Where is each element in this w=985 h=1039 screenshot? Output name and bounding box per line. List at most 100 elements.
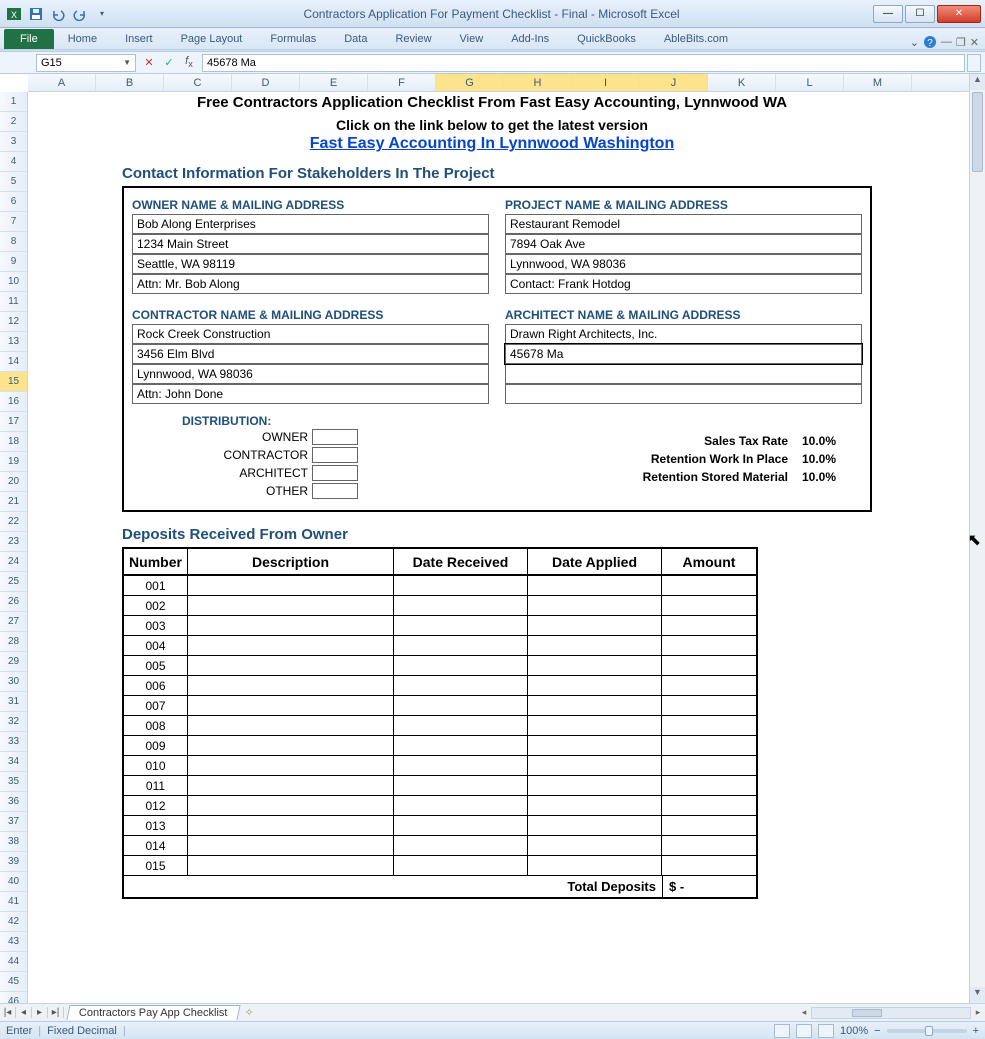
row-header-40[interactable]: 40 bbox=[0, 872, 27, 892]
deposit-cell[interactable] bbox=[188, 575, 394, 595]
row-header-29[interactable]: 29 bbox=[0, 652, 27, 672]
deposit-cell[interactable]: 006 bbox=[124, 675, 188, 695]
deposit-cell[interactable]: 009 bbox=[124, 735, 188, 755]
deposit-cell[interactable] bbox=[528, 575, 662, 595]
deposit-cell[interactable] bbox=[394, 675, 528, 695]
row-header-2[interactable]: 2 bbox=[0, 112, 27, 132]
hscroll-left-icon[interactable]: ◂ bbox=[797, 1007, 811, 1018]
col-header-K[interactable]: K bbox=[708, 74, 776, 91]
maximize-button[interactable]: ☐ bbox=[905, 5, 935, 23]
deposit-cell[interactable] bbox=[662, 595, 756, 615]
col-header-M[interactable]: M bbox=[844, 74, 912, 91]
deposit-cell[interactable] bbox=[394, 795, 528, 815]
formula-expand-icon[interactable] bbox=[967, 54, 981, 72]
deposit-cell[interactable] bbox=[394, 695, 528, 715]
row-header-12[interactable]: 12 bbox=[0, 312, 27, 332]
deposit-row[interactable]: 011 bbox=[124, 775, 756, 795]
deposit-cell[interactable] bbox=[528, 735, 662, 755]
tab-nav-prev-icon[interactable]: ◂ bbox=[16, 1007, 32, 1018]
contractor-line2[interactable]: 3456 Elm Blvd bbox=[132, 344, 489, 364]
row-header-31[interactable]: 31 bbox=[0, 692, 27, 712]
deposit-cell[interactable] bbox=[662, 795, 756, 815]
dist-owner-box[interactable] bbox=[312, 429, 358, 445]
deposit-cell[interactable] bbox=[528, 615, 662, 635]
row-header-24[interactable]: 24 bbox=[0, 552, 27, 572]
redo-icon[interactable] bbox=[70, 4, 90, 24]
project-line4[interactable]: Contact: Frank Hotdog bbox=[505, 274, 862, 294]
project-line2[interactable]: 7894 Oak Ave bbox=[505, 234, 862, 254]
row-header-22[interactable]: 22 bbox=[0, 512, 27, 532]
deposit-row[interactable]: 014 bbox=[124, 835, 756, 855]
deposit-row[interactable]: 002 bbox=[124, 595, 756, 615]
row-header-13[interactable]: 13 bbox=[0, 332, 27, 352]
row-header-39[interactable]: 39 bbox=[0, 852, 27, 872]
deposit-cell[interactable]: 002 bbox=[124, 595, 188, 615]
row-header-34[interactable]: 34 bbox=[0, 752, 27, 772]
page-link[interactable]: Fast Easy Accounting In Lynnwood Washing… bbox=[72, 135, 912, 153]
row-header-25[interactable]: 25 bbox=[0, 572, 27, 592]
enter-formula-icon[interactable]: ✓ bbox=[160, 56, 178, 69]
deposit-cell[interactable] bbox=[188, 695, 394, 715]
fx-icon[interactable]: fx bbox=[180, 55, 198, 69]
deposit-cell[interactable] bbox=[188, 635, 394, 655]
deposit-cell[interactable] bbox=[394, 575, 528, 595]
row-header-45[interactable]: 45 bbox=[0, 972, 27, 992]
deposit-cell[interactable] bbox=[662, 655, 756, 675]
row-header-7[interactable]: 7 bbox=[0, 212, 27, 232]
col-header-E[interactable]: E bbox=[300, 74, 368, 91]
deposit-row[interactable]: 012 bbox=[124, 795, 756, 815]
deposit-cell[interactable] bbox=[528, 795, 662, 815]
architect-line3[interactable] bbox=[505, 364, 862, 384]
col-header-F[interactable]: F bbox=[368, 74, 436, 91]
owner-line2[interactable]: 1234 Main Street bbox=[132, 234, 489, 254]
deposit-cell[interactable] bbox=[188, 615, 394, 635]
deposit-cell[interactable] bbox=[188, 835, 394, 855]
deposit-row[interactable]: 001 bbox=[124, 575, 756, 595]
tab-insert[interactable]: Insert bbox=[111, 29, 167, 49]
deposit-cell[interactable] bbox=[394, 735, 528, 755]
tab-page-layout[interactable]: Page Layout bbox=[167, 29, 257, 49]
deposit-cell[interactable] bbox=[528, 695, 662, 715]
deposit-row[interactable]: 013 bbox=[124, 815, 756, 835]
deposit-cell[interactable] bbox=[394, 635, 528, 655]
row-header-17[interactable]: 17 bbox=[0, 412, 27, 432]
row-header-10[interactable]: 10 bbox=[0, 272, 27, 292]
row-header-3[interactable]: 3 bbox=[0, 132, 27, 152]
architect-line4[interactable] bbox=[505, 384, 862, 404]
tab-quickbooks[interactable]: QuickBooks bbox=[563, 29, 650, 49]
deposit-cell[interactable] bbox=[528, 635, 662, 655]
deposit-cell[interactable] bbox=[188, 855, 394, 875]
tab-data[interactable]: Data bbox=[330, 29, 381, 49]
workbook-close-icon[interactable]: ✕ bbox=[970, 36, 979, 49]
deposit-cell[interactable] bbox=[394, 715, 528, 735]
deposit-cell[interactable] bbox=[188, 715, 394, 735]
row-header-44[interactable]: 44 bbox=[0, 952, 27, 972]
new-sheet-icon[interactable]: ✧ bbox=[245, 1006, 254, 1019]
deposit-cell[interactable] bbox=[188, 595, 394, 615]
row-header-16[interactable]: 16 bbox=[0, 392, 27, 412]
row-header-36[interactable]: 36 bbox=[0, 792, 27, 812]
row-header-26[interactable]: 26 bbox=[0, 592, 27, 612]
col-header-L[interactable]: L bbox=[776, 74, 844, 91]
tab-addins[interactable]: Add-Ins bbox=[497, 29, 563, 49]
deposit-cell[interactable] bbox=[662, 815, 756, 835]
deposit-cell[interactable] bbox=[662, 695, 756, 715]
minimize-button[interactable]: — bbox=[873, 5, 903, 23]
deposit-cell[interactable] bbox=[528, 715, 662, 735]
deposit-cell[interactable] bbox=[662, 575, 756, 595]
tab-nav-next-icon[interactable]: ▸ bbox=[32, 1007, 48, 1018]
owner-line4[interactable]: Attn: Mr. Bob Along bbox=[132, 274, 489, 294]
name-box[interactable]: G15 ▼ bbox=[36, 54, 136, 72]
contractor-line1[interactable]: Rock Creek Construction bbox=[132, 324, 489, 344]
row-header-38[interactable]: 38 bbox=[0, 832, 27, 852]
deposit-cell[interactable]: 008 bbox=[124, 715, 188, 735]
deposit-cell[interactable] bbox=[662, 675, 756, 695]
deposit-cell[interactable] bbox=[394, 755, 528, 775]
row-header-32[interactable]: 32 bbox=[0, 712, 27, 732]
row-header-21[interactable]: 21 bbox=[0, 492, 27, 512]
hscroll-thumb[interactable] bbox=[852, 1009, 882, 1017]
formula-input[interactable]: 45678 Ma bbox=[202, 54, 965, 72]
deposit-cell[interactable] bbox=[662, 715, 756, 735]
deposit-cell[interactable] bbox=[394, 655, 528, 675]
row-header-1[interactable]: 1 bbox=[0, 92, 27, 112]
